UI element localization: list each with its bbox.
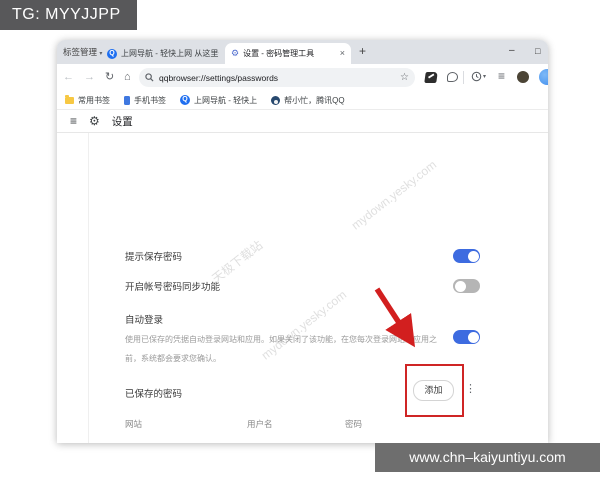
tab-strip: 标签管理 ▾ Q 上网导航 - 轻快上网 从这里开始 ⚙ 设置 - 密码管理工具…: [57, 40, 548, 64]
caret-down-icon: ▾: [483, 74, 487, 80]
column-header-password: 密码: [345, 419, 363, 429]
toolbar-divider: [463, 71, 464, 84]
toggle-label-save-prompt: 提示保存密码: [125, 252, 183, 263]
tab-settings[interactable]: ⚙ 设置 - 密码管理工具 ×: [225, 43, 351, 64]
qqbrowser-logo-icon: Q: [180, 95, 190, 105]
search-icon: [145, 73, 154, 82]
column-header-username: 用户名: [247, 419, 273, 429]
tab-home-title: 上网导航 - 轻快上网 从这里开始: [121, 49, 219, 58]
forward-icon[interactable]: →: [84, 69, 95, 85]
address-bar[interactable]: qqbrowser://settings/passwords ☆: [139, 68, 415, 87]
tab-settings-title: 设置 - 密码管理工具: [243, 49, 315, 58]
bookmark-star-icon[interactable]: ☆: [400, 72, 409, 83]
bookmark-phone-folder[interactable]: 手机书签: [124, 95, 166, 106]
bookmark-label: 手机书签: [134, 95, 166, 105]
column-header-website: 网站: [125, 419, 143, 429]
home-icon[interactable]: ⌂: [124, 69, 131, 85]
feedback-icon[interactable]: [447, 72, 458, 82]
diag-watermark: mydown.yesky.com: [348, 157, 440, 233]
annotation-highlight-box: [405, 364, 464, 417]
tab-home[interactable]: Q 上网导航 - 轻快上网 从这里开始: [101, 43, 225, 64]
toggle-knob: [467, 250, 479, 262]
main-menu-icon[interactable]: ≡: [498, 69, 505, 83]
tab-manager-label: 标签管理: [63, 47, 98, 57]
bookmark-label: 帮小忙，腾讯QQ: [284, 95, 345, 105]
address-url: qqbrowser://settings/passwords: [159, 72, 279, 83]
toggle-knob: [467, 331, 479, 343]
folder-icon: [65, 94, 74, 104]
bookmarks-bar: 常用书签 手机书签 Q 上网导航 - 轻快上 帮小忙，腾讯QQ: [57, 91, 548, 110]
bookmark-nav-site[interactable]: Q 上网导航 - 轻快上: [180, 95, 257, 106]
toggle-sync[interactable]: [453, 279, 480, 293]
new-tab-button[interactable]: +: [359, 44, 366, 58]
settings-content: 天极下载站 mydown.yesky.com mydown.yesky.com …: [57, 133, 548, 443]
qqbrowser-logo-icon: Q: [107, 48, 117, 59]
toggle-knob: [454, 280, 466, 292]
toggle-auto-login[interactable]: [453, 330, 480, 344]
qq-penguin-icon: [271, 95, 281, 105]
history-button[interactable]: ▾: [471, 71, 486, 82]
gear-icon: ⚙: [231, 48, 240, 58]
settings-menu-icon[interactable]: ≡: [70, 114, 77, 128]
content-left-divider: [88, 133, 89, 443]
page-title: 设置: [111, 115, 133, 128]
settings-header: ≡ ⚙ 设置: [57, 110, 548, 133]
reload-icon[interactable]: ↻: [105, 69, 114, 85]
bookmark-common-folder[interactable]: 常用书签: [65, 94, 110, 106]
site-watermark: www.chn–kaiyuntiyu.com: [375, 443, 600, 472]
bookmark-qq-help[interactable]: 帮小忙，腾讯QQ: [271, 95, 345, 106]
bookmark-label: 上网导航 - 轻快上: [194, 95, 258, 105]
browser-window: 标签管理 ▾ Q 上网导航 - 轻快上网 从这里开始 ⚙ 设置 - 密码管理工具…: [57, 40, 548, 443]
history-clock-icon: [471, 71, 482, 82]
tg-badge: TG: MYYJJPP: [0, 0, 137, 30]
more-options-icon[interactable]: ⋮: [465, 382, 476, 395]
auto-login-description: 使用已保存的凭据自动登录网站和应用。如果关闭了该功能，在您每次登录网站或应用之前…: [125, 335, 437, 363]
auto-login-title: 自动登录: [125, 315, 164, 326]
gear-icon: ⚙: [89, 114, 100, 128]
avatar[interactable]: [517, 71, 529, 83]
maximize-button[interactable]: □: [535, 40, 540, 64]
side-panel-icon[interactable]: [539, 69, 548, 85]
saved-passwords-title: 已保存的密码: [125, 389, 183, 400]
toggle-label-sync: 开启帐号密码同步功能: [125, 282, 221, 293]
toggle-save-prompt[interactable]: [453, 249, 480, 263]
tab-manager-button[interactable]: 标签管理 ▾: [63, 40, 102, 64]
minimize-button[interactable]: –: [509, 40, 515, 64]
phone-icon: [124, 95, 130, 105]
close-tab-icon[interactable]: ×: [338, 43, 345, 64]
toolbar: ← → ↻ ⌂ qqbrowser://settings/passwords ☆…: [57, 64, 548, 91]
bookmark-label: 常用书签: [78, 95, 110, 105]
back-icon[interactable]: ←: [63, 69, 74, 85]
shortcut-tool-icon[interactable]: [424, 72, 438, 83]
